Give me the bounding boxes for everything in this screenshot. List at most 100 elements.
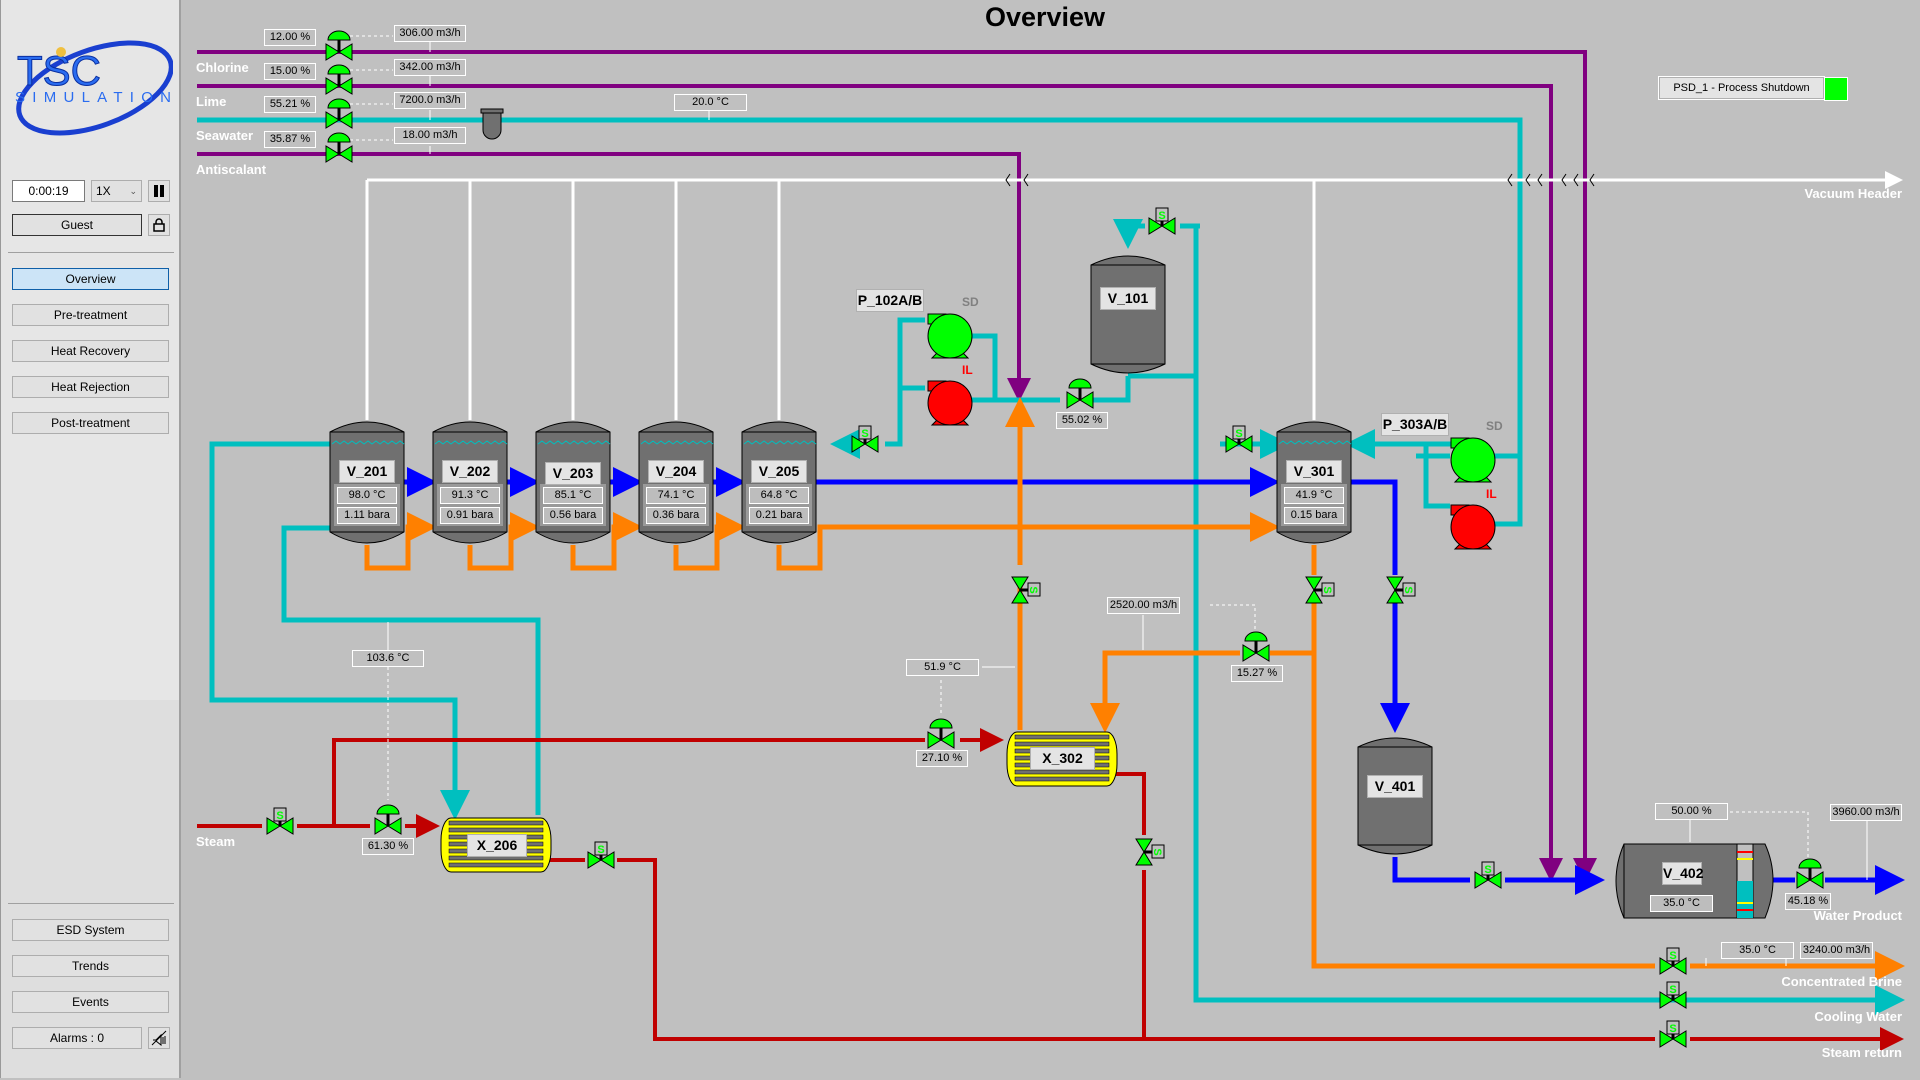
stream-label-seawater: Seawater xyxy=(196,128,254,143)
svg-text:S: S xyxy=(1669,950,1676,962)
v202-temp: 91.3 °C xyxy=(440,487,500,504)
cooling-water-outlet-valve[interactable]: S xyxy=(1659,981,1687,1009)
vessel-tag-v201[interactable]: V_201 xyxy=(339,460,395,483)
chlorine-control-valve[interactable] xyxy=(325,30,353,61)
exchanger-tag-x206[interactable]: X_206 xyxy=(467,834,527,857)
stream-label-concentrated-brine: Concentrated Brine xyxy=(1781,974,1902,989)
seawater-valve-readout: 55.21 % xyxy=(264,96,316,113)
recycle-control-valve[interactable] xyxy=(1242,631,1270,662)
svg-text:S: S xyxy=(1669,984,1676,996)
antiscalant-control-valve[interactable] xyxy=(325,132,353,163)
x206-temp-readout: 103.6 °C xyxy=(352,650,424,667)
svg-text:S: S xyxy=(1158,210,1165,222)
actuator-icon xyxy=(327,30,351,41)
distillate-line xyxy=(403,467,1905,895)
vessel-tag-v202[interactable]: V_202 xyxy=(442,460,498,483)
psd-status-indicator xyxy=(1824,77,1848,101)
v101-outlet-control-valve[interactable] xyxy=(1066,378,1094,409)
brine-temp-readout: 35.0 °C xyxy=(1721,942,1794,959)
stream-label-vacuum-header: Vacuum Header xyxy=(1804,186,1902,201)
v203-pressure: 0.56 bara xyxy=(543,507,603,524)
x302-temp-readout: 51.9 °C xyxy=(906,659,979,676)
v402-level-readout: 50.00 % xyxy=(1655,803,1728,820)
antiscalant-valve-readout: 35.87 % xyxy=(264,131,316,148)
lime-flow-readout: 342.00 m3/h xyxy=(394,59,466,76)
vessel-v101[interactable] xyxy=(1090,255,1166,374)
x206-condensate-valve[interactable]: S xyxy=(587,841,615,869)
vessel-tag-v203[interactable]: V_203 xyxy=(545,462,601,485)
pump-p303a[interactable] xyxy=(1450,437,1496,483)
v301-distillate-valve[interactable]: S xyxy=(1386,576,1416,604)
stream-label-cooling-water: Cooling Water xyxy=(1814,1009,1902,1024)
lime-valve-readout: 15.00 % xyxy=(264,63,316,80)
p303a-status: SD xyxy=(1486,419,1503,433)
pump-tag-p102[interactable]: P_102A/B xyxy=(856,289,924,312)
stream-label-steam-return: Steam return xyxy=(1821,1045,1902,1060)
v301-brine-valve[interactable]: S xyxy=(1305,576,1335,604)
v402-temp: 35.0 °C xyxy=(1650,895,1713,912)
x302-condensate-valve[interactable]: S xyxy=(1135,838,1165,866)
svg-text:S: S xyxy=(1151,848,1163,855)
v201-temp: 98.0 °C xyxy=(337,487,397,504)
v204-temp: 74.1 °C xyxy=(646,487,706,504)
pump-tag-p303[interactable]: P_303A/B xyxy=(1381,413,1449,436)
vessel-tag-v301[interactable]: V_301 xyxy=(1286,460,1342,483)
actuator-icon xyxy=(929,718,953,729)
v301-temp: 41.9 °C xyxy=(1284,487,1344,504)
antiscalant-line xyxy=(197,152,1031,402)
stream-label-lime: Lime xyxy=(196,94,227,109)
vessel-tag-v401[interactable]: V_401 xyxy=(1367,775,1423,798)
vessel-tag-v205[interactable]: V_205 xyxy=(751,460,807,483)
filter-vessel-icon xyxy=(480,108,504,140)
seawater-flow-readout: 7200.0 m3/h xyxy=(394,92,466,109)
psd-process-shutdown-button[interactable]: PSD_1 - Process Shutdown xyxy=(1658,76,1825,100)
exchanger-tag-x302[interactable]: X_302 xyxy=(1030,747,1095,770)
v205-temp: 64.8 °C xyxy=(749,487,809,504)
v204-pressure: 0.36 bara xyxy=(646,507,706,524)
pump-p303b[interactable] xyxy=(1450,504,1496,550)
vessel-tag-v402[interactable]: V_402 xyxy=(1662,862,1703,885)
recycle-flow-readout: 2520.00 m3/h xyxy=(1107,597,1180,614)
seawater-control-valve[interactable] xyxy=(325,98,353,129)
recycle-feed-valve[interactable]: S xyxy=(851,425,879,453)
chlorine-valve-readout: 12.00 % xyxy=(264,29,316,46)
stream-label-steam: Steam xyxy=(196,834,236,849)
process-diagram: S S S S S S S S S S S S S xyxy=(197,30,1905,1051)
product-valve-readout: 45.18 % xyxy=(1785,893,1831,910)
level-fill xyxy=(1737,881,1753,918)
steam-return-valve[interactable]: S xyxy=(1659,1020,1687,1048)
actuator-icon xyxy=(327,64,351,75)
v401-outlet-valve[interactable]: S xyxy=(1474,861,1502,889)
v101-inlet-valve[interactable]: S xyxy=(1148,207,1176,235)
brine-recycle-valve[interactable]: S xyxy=(1011,576,1041,604)
actuator-icon xyxy=(376,804,400,815)
actuator-icon xyxy=(327,98,351,109)
svg-text:S: S xyxy=(1484,864,1491,876)
x302-steam-control-valve[interactable] xyxy=(927,718,955,749)
pump-p102a[interactable] xyxy=(927,313,973,359)
steam-inlet-valve[interactable]: S xyxy=(266,807,294,835)
brine-outlet-valve[interactable]: S xyxy=(1659,947,1687,975)
vessel-tag-v101[interactable]: V_101 xyxy=(1100,287,1156,310)
x302-steam-valve-readout: 27.10 % xyxy=(916,750,968,767)
p102a-status: SD xyxy=(962,295,979,309)
chlorine-flow-readout: 306.00 m3/h xyxy=(394,25,466,42)
product-flow-readout: 3960.00 m3/h xyxy=(1830,804,1902,821)
stream-label-chlorine: Chlorine xyxy=(196,60,249,75)
product-control-valve[interactable] xyxy=(1796,858,1824,889)
v301-feed-valve[interactable]: S xyxy=(1225,425,1253,453)
p303b-status: IL xyxy=(1486,487,1497,501)
lime-control-valve[interactable] xyxy=(325,64,353,95)
svg-text:S: S xyxy=(597,844,604,856)
steam-control-valve[interactable] xyxy=(374,804,402,835)
v101-valve-readout: 55.02 % xyxy=(1056,412,1108,429)
v202-pressure: 0.91 bara xyxy=(440,507,500,524)
actuator-icon xyxy=(1798,858,1822,869)
svg-text:S: S xyxy=(276,810,283,822)
pump-p102b[interactable] xyxy=(927,380,973,426)
recycle-valve-readout: 15.27 % xyxy=(1231,665,1283,682)
svg-text:S: S xyxy=(1402,586,1414,593)
v301-pressure: 0.15 bara xyxy=(1284,507,1344,524)
p102b-status: IL xyxy=(962,363,973,377)
vessel-tag-v204[interactable]: V_204 xyxy=(648,460,704,483)
